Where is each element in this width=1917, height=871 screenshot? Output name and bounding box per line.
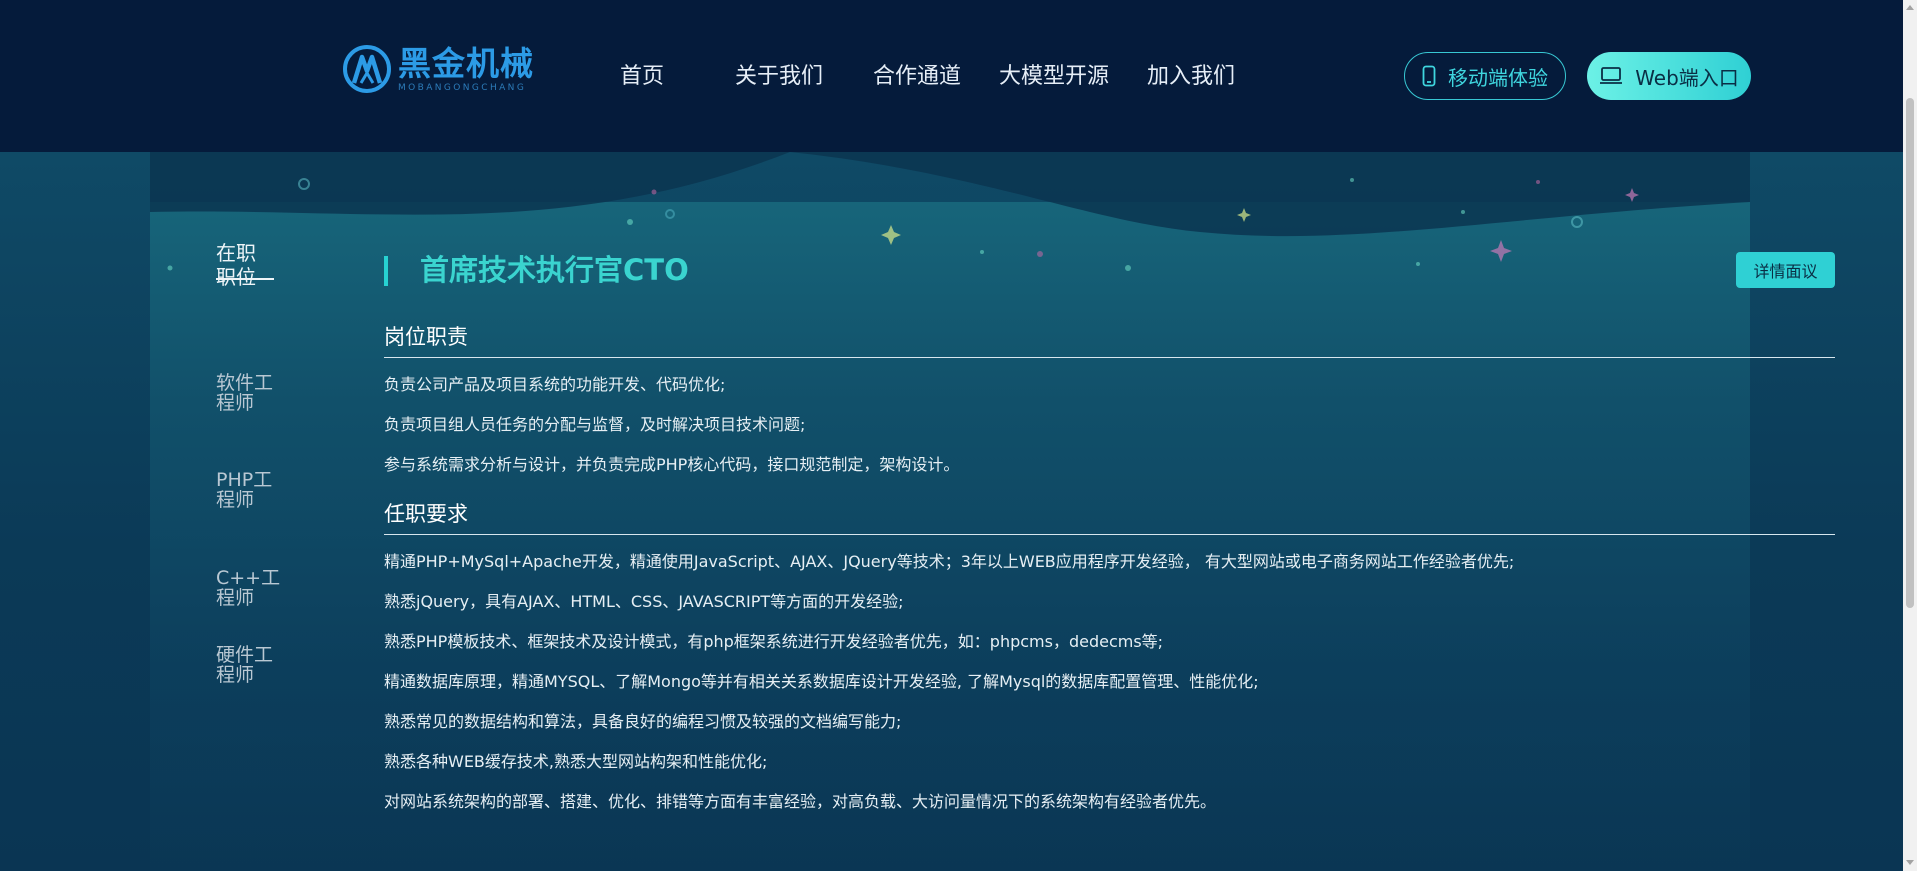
duty-item: 负责公司产品及项目系统的功能开发、代码优化; <box>384 375 726 394</box>
requirement-item: 对网站系统架构的部署、搭建、优化、排错等方面有丰富经验，对高负载、大访问量情况下… <box>384 792 1217 811</box>
phone-icon <box>1422 65 1436 87</box>
sidebar-title-underline <box>216 278 274 280</box>
requirement-item: 熟悉各种WEB缓存技术,熟悉大型网站构架和性能优化; <box>384 752 768 771</box>
nav-open-model[interactable]: 大模型开源 <box>999 58 1109 90</box>
logo-subtitle: MOBANGONGCHANG <box>398 83 527 93</box>
title-accent-bar <box>384 256 388 286</box>
requirement-item: 精通数据库原理，精通MYSQL、了解Mongo等并有相关关系数据库设计开发经验,… <box>384 672 1259 691</box>
logo-mark-icon <box>343 45 391 93</box>
detail-negotiable-button[interactable]: 详情面议 <box>1736 252 1835 288</box>
web-entry-button[interactable]: Web端入口 <box>1587 52 1751 100</box>
scroll-down-arrow-icon[interactable] <box>1906 860 1914 865</box>
logo[interactable]: 黑金机械 MOBANGONGCHANG <box>342 40 534 98</box>
mobile-experience-label: 移动端体验 <box>1448 65 1548 90</box>
sidebar-title: 在职职位 <box>216 241 274 289</box>
duties-divider <box>384 357 1835 358</box>
nav-home[interactable]: 首页 <box>620 58 664 90</box>
sidebar-item-hardware-engineer[interactable]: 硬件工程师 <box>216 645 276 685</box>
sidebar-item-software-engineer[interactable]: 软件工程师 <box>216 373 276 413</box>
sidebar-title-text: 在职职位 <box>216 241 256 289</box>
sidebar-item-cpp-engineer[interactable]: C++工程师 <box>216 568 280 608</box>
logo-name: 黑金机械 <box>398 44 534 83</box>
decorative-wave <box>150 152 1750 271</box>
scroll-up-arrow-icon[interactable] <box>1906 5 1914 10</box>
scrollbar-thumb[interactable] <box>1906 98 1914 608</box>
requirement-item: 熟悉jQuery，具有AJAX、HTML、CSS、JAVASCRIPT等方面的开… <box>384 592 904 611</box>
nav-join-us[interactable]: 加入我们 <box>1147 58 1235 90</box>
site-header: 黑金机械 MOBANGONGCHANG 首页 关于我们 合作通道 大模型开源 加… <box>0 0 1903 152</box>
content-background <box>0 152 1903 871</box>
nav-cooperation[interactable]: 合作通道 <box>873 58 961 90</box>
duties-heading: 岗位职责 <box>384 325 468 349</box>
duty-item: 负责项目组人员任务的分配与监督，及时解决项目技术问题; <box>384 415 806 434</box>
requirement-item: 熟悉常见的数据结构和算法，具备良好的编程习惯及较强的文档编写能力; <box>384 712 902 731</box>
laptop-icon <box>1600 67 1623 84</box>
nav-about[interactable]: 关于我们 <box>735 58 823 90</box>
duty-item: 参与系统需求分析与设计，并负责完成PHP核心代码，接口规范制定，架构设计。 <box>384 455 960 474</box>
job-title: 首席技术执行官CTO <box>420 253 689 287</box>
web-entry-label: Web端入口 <box>1635 65 1739 90</box>
requirement-item: 精通PHP+MySql+Apache开发，精通使用JavaScript、AJAX… <box>384 552 1515 571</box>
requirement-item: 熟悉PHP模板技术、框架技术及设计模式，有php框架系统进行开发经验者优先，如：… <box>384 632 1164 651</box>
sidebar-item-php-engineer[interactable]: PHP工程师 <box>216 470 276 510</box>
mobile-experience-button[interactable]: 移动端体验 <box>1404 52 1566 100</box>
page-scrollbar[interactable] <box>1903 0 1917 871</box>
requirements-divider <box>384 534 1835 535</box>
requirements-heading: 任职要求 <box>384 502 468 526</box>
